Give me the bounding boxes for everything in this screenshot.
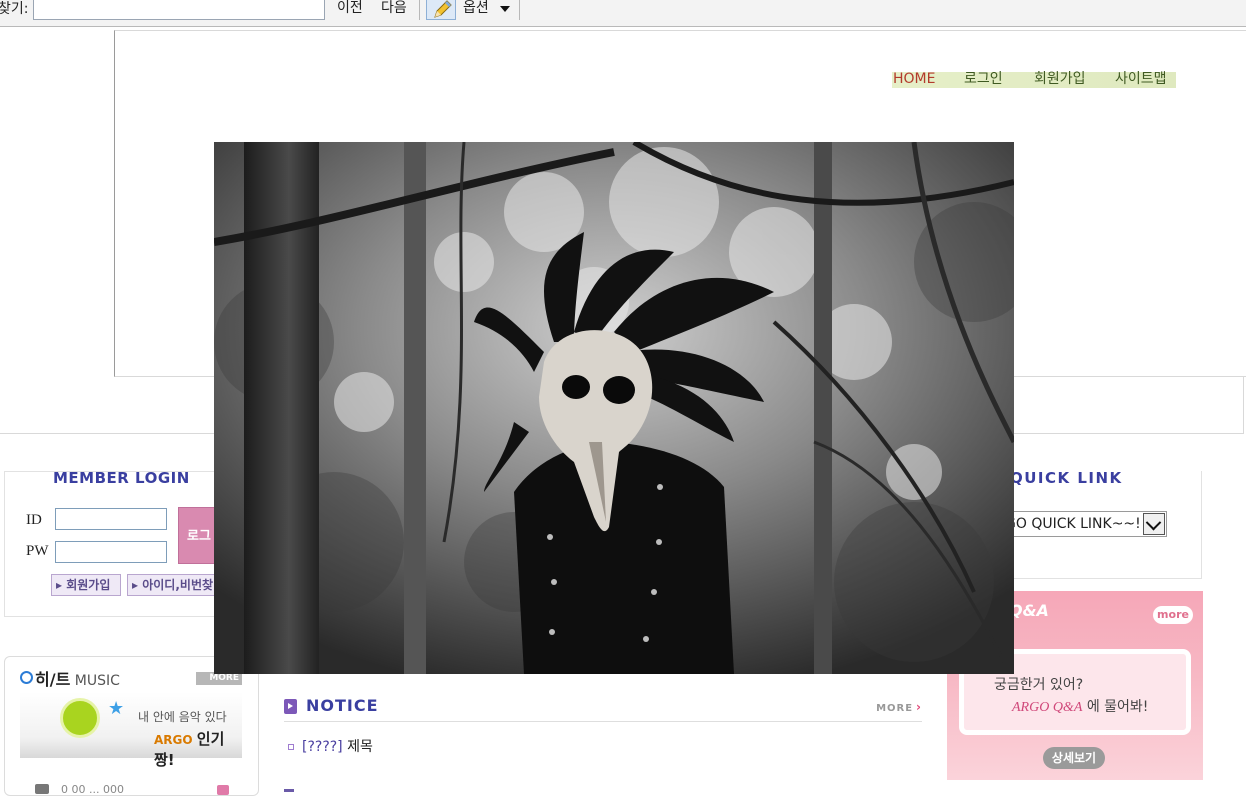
nav-home-link[interactable]: HOME — [893, 71, 935, 88]
music-title-suffix: MUSIC — [70, 673, 120, 689]
nav-login-link[interactable]: 로그인 — [964, 71, 1003, 88]
qa-title: Q&A — [1009, 601, 1049, 620]
highlight-pencil-button[interactable] — [426, 0, 456, 20]
find-bar: 찾기: 이전 다음 옵션 — [0, 0, 1246, 27]
notice-item-tag: [????] — [302, 739, 343, 755]
member-login-title: MEMBER LOGIN — [53, 469, 190, 487]
find-label: 찾기: — [0, 1, 29, 17]
list-item[interactable]: [????] 제목 — [288, 736, 373, 756]
notice-title: NOTICE — [306, 696, 379, 715]
qa-line-1: 궁금한거 있어? — [994, 677, 1084, 693]
quick-link-select[interactable]: GO QUICK LINK~~! — [1000, 511, 1167, 537]
signup-button[interactable]: ▸ 회원가입 — [51, 574, 121, 596]
qa-line-2: ARGO Q&A 에 물어봐! — [1012, 696, 1148, 716]
id-label: ID — [26, 512, 42, 528]
caret-right-icon: ▸ — [132, 578, 139, 592]
music-banner-line-1: 내 안에 음악 있다 — [138, 710, 227, 724]
qa-line-2-suffix: 에 물어봐! — [1082, 699, 1149, 715]
nav-sitemap-link[interactable]: 사이트맵 — [1115, 71, 1167, 88]
find-options-button[interactable]: 옵션 — [463, 0, 489, 16]
chevron-down-icon[interactable] — [1143, 513, 1165, 535]
quick-link-panel: QUICK LINK GO QUICK LINK~~! — [1000, 469, 1202, 579]
circle-bullet-icon — [20, 671, 33, 684]
star-icon: ★ — [108, 698, 125, 719]
qa-detail-button[interactable]: 상세보기 — [1043, 747, 1105, 769]
nav-join-link[interactable]: 회원가입 — [1034, 71, 1086, 88]
notice-next-icon — [284, 789, 294, 792]
music-title: 히/트 MUSIC — [35, 666, 120, 690]
notice-panel: NOTICE MORE [????] 제목 — [284, 694, 924, 792]
qa-brand: ARGO Q&A — [1012, 700, 1083, 715]
square-bullet-icon — [288, 744, 294, 750]
find-previous-button[interactable]: 이전 — [337, 0, 363, 16]
music-title-main: 히/트 — [35, 670, 71, 689]
music-banner-line-2: ARGO 인기짱! — [154, 728, 242, 770]
photo-overlay[interactable] — [214, 142, 1014, 674]
music-disc-icon — [60, 698, 100, 738]
find-bar-divider — [519, 0, 520, 20]
notice-more-button[interactable]: MORE — [876, 700, 922, 714]
signup-button-label: 회원가입 — [66, 578, 111, 592]
find-next-button[interactable]: 다음 — [381, 0, 407, 16]
caret-right-icon: ▸ — [56, 578, 63, 592]
music-rank-badge — [35, 784, 49, 794]
pencil-icon — [434, 0, 452, 18]
chevron-down-icon[interactable] — [500, 6, 510, 12]
notice-item-title: 제목 — [347, 739, 373, 755]
hit-music-panel: 히/트 MUSIC MORE ★ 내 안에 음악 있다 ARGO 인기짱! 0 … — [4, 656, 259, 796]
find-id-password-label: 아이디,비번찾 — [142, 578, 214, 592]
quick-link-selected-value: GO QUICK LINK~~! — [1005, 516, 1141, 532]
notice-play-icon — [284, 699, 297, 714]
pw-label: PW — [26, 543, 49, 559]
music-banner-brand: ARGO — [154, 733, 193, 747]
find-input[interactable] — [33, 0, 325, 20]
top-navigation: HOME 로그인 회원가입 사이트맵 — [892, 71, 1176, 88]
qa-more-button[interactable]: more — [1153, 606, 1193, 624]
find-bar-divider — [419, 0, 420, 20]
notice-divider — [284, 721, 922, 722]
music-play-icon[interactable] — [217, 785, 229, 795]
quick-link-title: QUICK LINK — [1010, 469, 1123, 487]
password-input[interactable] — [55, 541, 167, 563]
plague-mask-photo — [214, 142, 1014, 674]
music-banner[interactable]: ★ 내 안에 음악 있다 ARGO 인기짱! — [20, 692, 242, 769]
id-input[interactable] — [55, 508, 167, 530]
